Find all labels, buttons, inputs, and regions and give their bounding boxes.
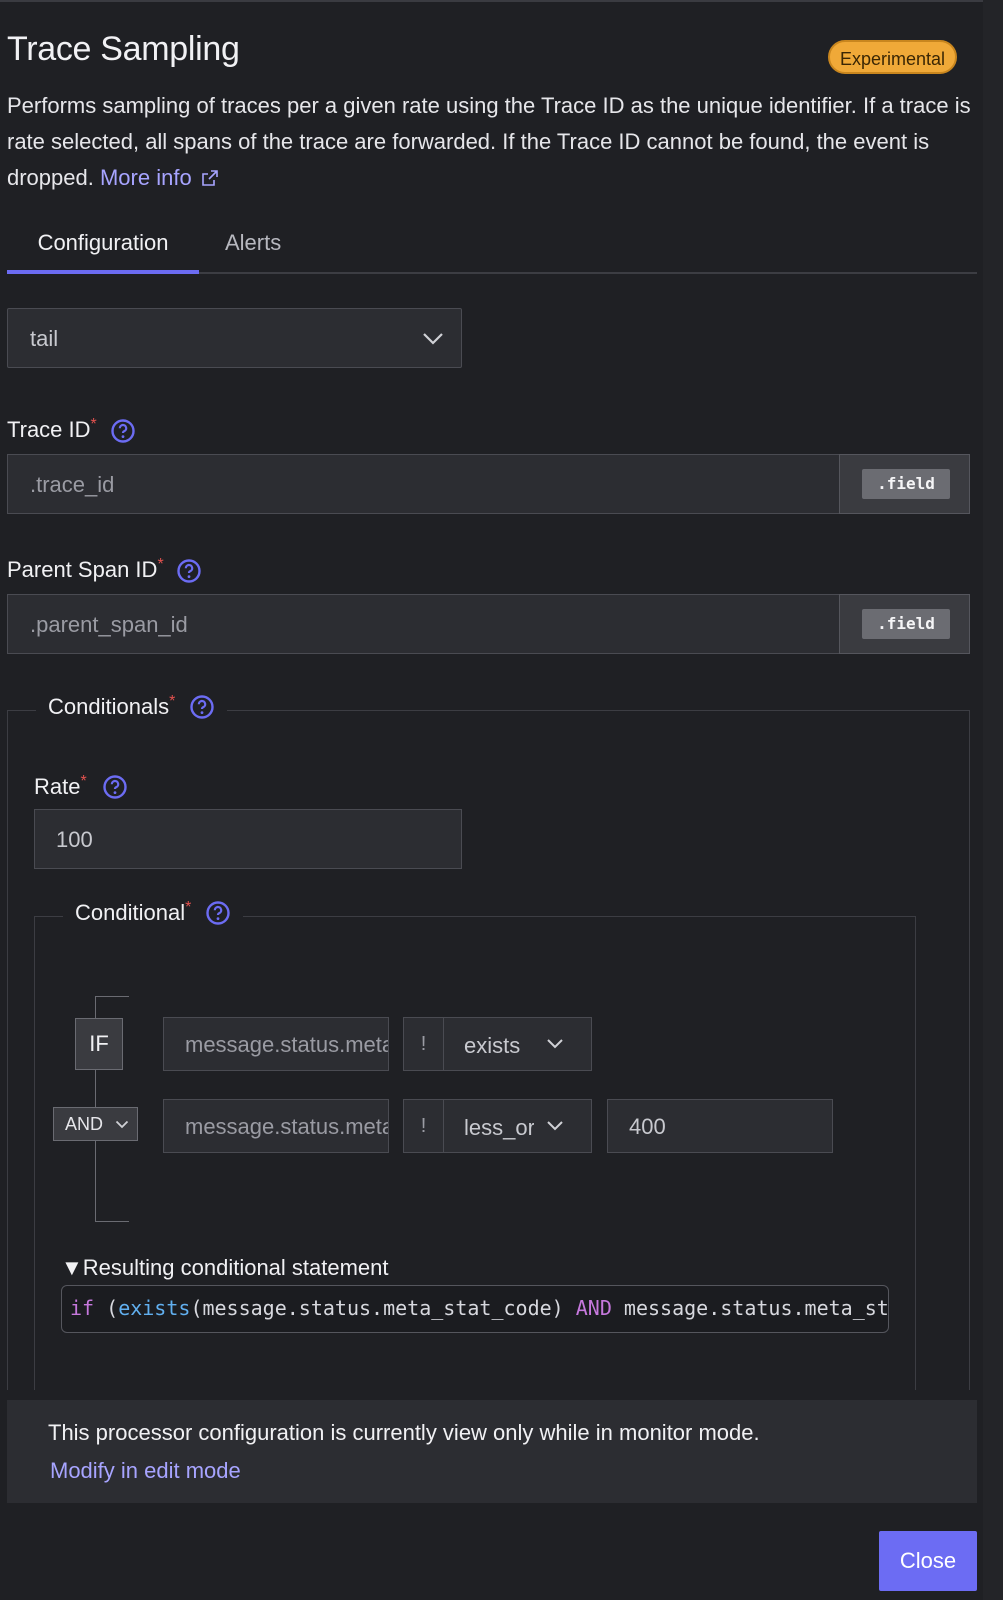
page-title: Trace Sampling xyxy=(7,30,240,68)
tab-configuration[interactable]: Configuration xyxy=(7,222,199,274)
mode-select-value: tail xyxy=(30,326,59,351)
mode-select[interactable]: tail xyxy=(7,308,462,368)
condition-field-input[interactable]: message.status.meta_stat_code xyxy=(163,1017,389,1071)
parent-span-id-input[interactable]: .parent_span_id xyxy=(7,594,841,654)
negate-toggle[interactable]: ! xyxy=(403,1099,444,1153)
help-icon[interactable] xyxy=(102,774,128,800)
scrollbar[interactable] xyxy=(983,0,1003,1600)
if-label: IF xyxy=(75,1018,123,1070)
external-link-icon xyxy=(201,170,218,186)
chevron-down-icon xyxy=(423,333,443,345)
processor-panel: Trace Sampling Experimental Performs sam… xyxy=(0,0,983,1600)
tree-line xyxy=(95,996,129,997)
tab-alerts[interactable]: Alerts xyxy=(225,222,281,274)
parent-span-id-field-toggle[interactable]: .field xyxy=(839,594,970,654)
result-toggle[interactable]: ▼Resulting conditional statement xyxy=(61,1255,389,1281)
rate-input[interactable]: 100 xyxy=(34,809,462,869)
parent-span-id-label: Parent Span ID* xyxy=(7,556,164,582)
modify-in-edit-mode-link[interactable]: Modify in edit mode xyxy=(50,1458,241,1484)
trace-id-field-toggle[interactable]: .field xyxy=(839,454,970,514)
parent-span-id-field: .parent_span_id .field xyxy=(7,594,970,654)
conditionals-legend: Conditionals * xyxy=(36,693,228,720)
experimental-badge: Experimental xyxy=(828,40,958,74)
chevron-down-icon xyxy=(547,1121,563,1131)
result-code: if (exists(message.status.meta_stat_code… xyxy=(61,1285,889,1333)
triangle-down-icon: ▼ xyxy=(61,1255,83,1280)
rate-label: Rate* xyxy=(34,773,87,799)
notice-message: This processor configuration is currentl… xyxy=(48,1420,760,1445)
monitor-mode-notice: This processor configuration is currentl… xyxy=(7,1400,977,1503)
trace-id-label: Trace ID* xyxy=(7,416,97,442)
logic-operator-select[interactable]: AND xyxy=(53,1107,138,1141)
more-info-link[interactable]: More info xyxy=(100,165,218,190)
operator-select[interactable]: exists xyxy=(443,1017,592,1071)
operator-select[interactable]: less_or_equal xyxy=(443,1099,592,1153)
chevron-down-icon xyxy=(115,1120,129,1129)
help-icon[interactable] xyxy=(189,694,215,720)
help-icon[interactable] xyxy=(176,558,202,584)
help-icon[interactable] xyxy=(205,900,231,926)
conditional-legend: Conditional * xyxy=(63,899,244,926)
trace-id-input[interactable]: .trace_id xyxy=(7,454,841,514)
help-icon[interactable] xyxy=(110,418,136,444)
trace-id-field: .trace_id .field xyxy=(7,454,970,514)
tab-bar: Configuration Alerts xyxy=(7,222,977,274)
description: Performs sampling of traces per a given … xyxy=(7,88,977,196)
close-button[interactable]: Close xyxy=(879,1531,977,1591)
chevron-down-icon xyxy=(547,1039,563,1049)
tree-line xyxy=(95,1221,129,1222)
condition-field-input[interactable]: message.status.meta_stat_code xyxy=(163,1099,389,1153)
negate-toggle[interactable]: ! xyxy=(403,1017,444,1071)
condition-value-input[interactable]: 400 xyxy=(607,1099,833,1153)
